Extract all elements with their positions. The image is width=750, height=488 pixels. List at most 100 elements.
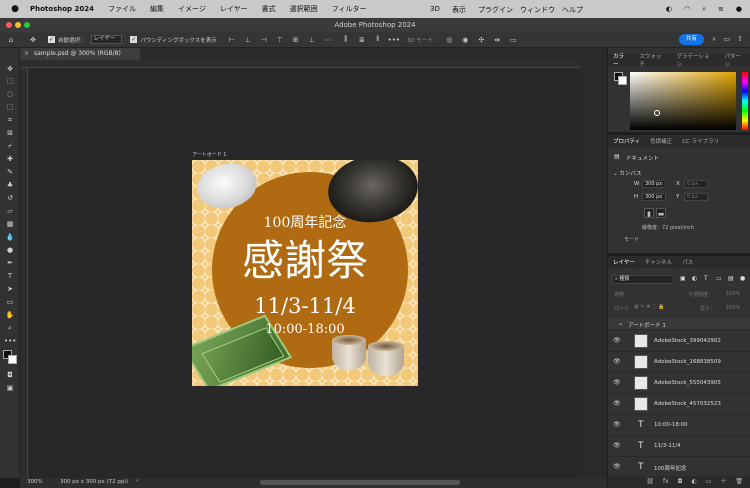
align-left-icon[interactable]: ⊢ <box>227 35 237 45</box>
background-color-swatch[interactable] <box>8 355 17 364</box>
menu-select[interactable]: 選択範囲 <box>290 4 318 14</box>
frame-tool-icon[interactable]: ⊠ <box>4 128 16 138</box>
share-button[interactable]: 共有 <box>678 34 704 45</box>
menu-layer[interactable]: レイヤー <box>220 4 248 14</box>
checkbox-auto-select[interactable]: ✓ <box>48 36 55 43</box>
visibility-eye-icon[interactable]: 👁 <box>613 380 621 386</box>
status-arrow-icon[interactable]: › <box>136 478 138 484</box>
horizontal-scrollbar[interactable] <box>260 480 460 485</box>
align-top-icon[interactable]: ⊤ <box>275 35 285 45</box>
control-center-icon[interactable]: ≡ <box>718 5 724 13</box>
3d-slide-icon[interactable]: ⇹ <box>492 35 502 45</box>
align-center-icon[interactable]: ⊥ <box>243 35 253 45</box>
search-icon[interactable]: ⌕ <box>712 35 716 44</box>
menu-file[interactable]: ファイル <box>108 4 136 14</box>
home-icon[interactable]: ⌂ <box>6 35 16 45</box>
x-field[interactable]: 0 px <box>684 180 708 188</box>
3d-orbit-icon[interactable]: ◎ <box>444 35 454 45</box>
align-middle-icon[interactable]: ⊞ <box>291 35 301 45</box>
ruler-vertical[interactable] <box>20 68 28 478</box>
tab-patterns[interactable]: パターン <box>720 52 750 68</box>
path-select-icon[interactable]: ➤ <box>4 284 16 294</box>
delete-layer-icon[interactable]: 🗑 <box>735 476 743 488</box>
fx-icon[interactable]: fx <box>663 476 669 488</box>
close-window-icon[interactable] <box>6 22 12 28</box>
gradient-tool-icon[interactable]: ▦ <box>4 219 16 229</box>
menu-filter[interactable]: フィルター <box>332 4 367 14</box>
tab-gradients[interactable]: グラデーション <box>672 52 720 68</box>
visibility-eye-icon[interactable]: 👁 <box>613 338 621 344</box>
distribute-icon[interactable]: ⋯ <box>323 35 333 45</box>
filter-pixel-icon[interactable]: ▣ <box>680 275 686 282</box>
close-tab-icon[interactable]: × <box>24 48 29 60</box>
filter-type-icon[interactable]: T <box>704 275 708 282</box>
blur-tool-icon[interactable]: 💧 <box>4 232 16 242</box>
3d-pan-icon[interactable]: ✣ <box>476 35 486 45</box>
more-tools-icon[interactable]: ••• <box>4 336 16 346</box>
apple-icon[interactable]: ● <box>10 4 20 14</box>
3d-scale-icon[interactable]: ▭ <box>508 35 518 45</box>
visibility-eye-icon[interactable]: 👁 <box>613 443 621 449</box>
layer-row[interactable]: 👁 T 11/3-11/4 <box>608 436 750 457</box>
filter-shape-icon[interactable]: ▭ <box>716 275 722 282</box>
tab-paths[interactable]: パス <box>677 258 698 266</box>
more-options-icon[interactable]: ••• <box>388 35 400 45</box>
landscape-orientation-icon[interactable]: ▬ <box>656 208 666 218</box>
checkbox-bounding-box[interactable]: ✓ <box>130 36 138 43</box>
ruler-horizontal[interactable] <box>20 60 607 68</box>
layer-row[interactable]: 👁 AdobeStock_168838509 <box>608 352 750 373</box>
tab-swatches[interactable]: スウォッチ <box>634 52 671 68</box>
color-picker-field[interactable] <box>630 72 736 130</box>
height-field[interactable]: 300 px <box>642 193 666 201</box>
tab-layers[interactable]: レイヤー <box>608 258 640 266</box>
layer-row[interactable]: 👁 AdobeStock_555043905 <box>608 373 750 394</box>
align-bottom-icon[interactable]: ⊥ <box>307 35 317 45</box>
move-tool-icon[interactable]: ✥ <box>4 64 16 74</box>
visibility-eye-icon[interactable]: 👁 <box>613 464 621 470</box>
opacity-field[interactable]: 100% <box>726 291 740 297</box>
new-group-icon[interactable]: ▭ <box>706 476 712 488</box>
artboard-tool-icon[interactable]: ⬚ <box>4 76 16 86</box>
auto-select-dropdown[interactable]: レイヤー <box>90 35 123 44</box>
link-layers-icon[interactable]: ⛓ <box>646 476 654 488</box>
tab-color[interactable]: カラー <box>608 52 634 68</box>
add-mask-icon[interactable]: ◘ <box>678 476 683 488</box>
3d-roll-icon[interactable]: ◉ <box>460 35 470 45</box>
document-tab[interactable]: × sample.psd @ 300% (RGB/8) <box>20 48 140 60</box>
dodge-tool-icon[interactable]: ● <box>4 245 16 255</box>
menu-type[interactable]: 書式 <box>262 4 276 14</box>
minimize-window-icon[interactable] <box>15 22 21 28</box>
align-right-icon[interactable]: ⊣ <box>259 35 269 45</box>
crop-tool-icon[interactable]: ⌗ <box>4 115 16 125</box>
screen-mode-icon[interactable]: ▣ <box>4 383 16 393</box>
layer-group-artboard[interactable]: ⌄ アートボード 1 <box>608 318 750 330</box>
menu-view[interactable]: 表示 <box>452 5 466 15</box>
eraser-tool-icon[interactable]: ▱ <box>4 206 16 216</box>
distribute-h-icon[interactable]: ⫼ <box>341 35 351 45</box>
move-tool-icon[interactable]: ✥ <box>28 35 38 45</box>
tab-properties[interactable]: プロパティ <box>608 137 645 145</box>
zoom-window-icon[interactable] <box>24 22 30 28</box>
pen-tool-icon[interactable]: ✒ <box>4 258 16 268</box>
canvas-section-label[interactable]: ⌄ カンバス <box>613 169 641 177</box>
collapse-chevron-icon[interactable]: ⌄ <box>618 320 623 327</box>
adjustment-layer-icon[interactable]: ◐ <box>691 476 696 488</box>
layer-row[interactable]: 👁 AdobeStock_399042902 <box>608 331 750 352</box>
rectangle-tool-icon[interactable]: ▭ <box>4 297 16 307</box>
vertical-scrollbar[interactable] <box>580 60 607 478</box>
lock-icons[interactable]: ▦ ✎ ✥ ⬚ 🔒 <box>634 304 664 310</box>
artboard[interactable]: 100周年記念 感謝祭 11/3-11/4 10:00-18:00 <box>192 160 418 386</box>
menu-app-name[interactable]: Photoshop 2024 <box>30 5 94 13</box>
filter-smart-icon[interactable]: ▤ <box>728 275 734 282</box>
menu-help[interactable]: ヘルプ <box>562 5 583 15</box>
layer-filter-dropdown[interactable]: ⌕ 種類 <box>612 275 674 284</box>
layer-row[interactable]: 👁 T 10:00-18:00 <box>608 415 750 436</box>
layer-row[interactable]: 👁 AdobeStock_457032523 <box>608 394 750 415</box>
brush-tool-icon[interactable]: ✎ <box>4 167 16 177</box>
visibility-eye-icon[interactable]: 👁 <box>613 359 621 365</box>
new-layer-icon[interactable]: ＋ <box>720 476 726 488</box>
healing-brush-icon[interactable]: ✚ <box>4 154 16 164</box>
blend-mode-dropdown[interactable]: 通常 <box>614 291 624 298</box>
siri-icon[interactable]: ● <box>736 5 742 13</box>
distribute-space-icon[interactable]: ⫴ <box>373 35 383 45</box>
